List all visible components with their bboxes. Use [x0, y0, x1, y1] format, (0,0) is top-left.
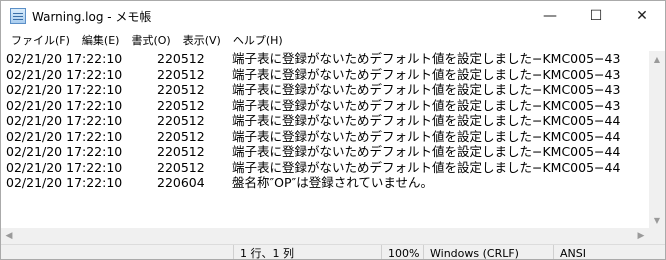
log-timestamp: 02/21/20 17:22:10 [6, 113, 123, 128]
menu-view[interactable]: 表示(V) [177, 31, 227, 51]
log-code: 220512 [157, 66, 205, 82]
log-code: 220512 [157, 113, 205, 128]
log-code: 220512 [157, 97, 205, 113]
close-button[interactable]: ✕ [619, 1, 665, 31]
log-code: 220512 [157, 159, 205, 175]
log-message: 端子表に登録がないためデフォルト値を設定しました−KMC005−44 [232, 159, 621, 175]
log-line: 02/21/20 17:22:10 220512 端子表に登録がないためデフォル… [1, 67, 649, 83]
log-line: 02/21/20 17:22:10 220512 端子表に登録がないためデフォル… [1, 82, 649, 98]
log-timestamp: 02/21/20 17:22:10 [6, 82, 123, 97]
log-message: 端子表に登録がないためデフォルト値を設定しました−KMC005−44 [232, 113, 621, 128]
log-timestamp: 02/21/20 17:22:10 [6, 66, 123, 82]
log-code: 220512 [157, 144, 205, 159]
log-timestamp: 02/21/20 17:22:10 [6, 97, 123, 113]
log-line: 02/21/20 17:22:10 220604 盤名称″OP″は登録されていま… [1, 175, 649, 191]
title-bar[interactable]: Warning.log - メモ帳 — ☐ ✕ [1, 1, 665, 31]
scroll-right-icon[interactable]: ▶ [633, 228, 649, 244]
log-line: 02/21/20 17:22:10 220512 端子表に登録がないためデフォル… [1, 98, 649, 114]
log-code: 220512 [157, 51, 205, 66]
status-zoom: 100% [381, 245, 423, 259]
log-line: 02/21/20 17:22:10 220512 端子表に登録がないためデフォル… [1, 129, 649, 145]
notepad-icon[interactable] [10, 8, 26, 24]
status-encoding: ANSI [553, 245, 665, 259]
vertical-scrollbar[interactable]: ▲ ▼ [649, 51, 665, 228]
status-bar: 1 行、1 列 100% Windows (CRLF) ANSI [1, 244, 665, 259]
log-message: 端子表に登録がないためデフォルト値を設定しました−KMC005−43 [232, 51, 621, 66]
horizontal-scrollbar[interactable]: ◀ ▶ [1, 228, 649, 244]
menu-file[interactable]: ファイル(F) [5, 31, 76, 51]
log-timestamp: 02/21/20 17:22:10 [6, 51, 123, 66]
log-message: 盤名称″OP″は登録されていません。 [232, 175, 433, 190]
log-code: 220512 [157, 82, 205, 97]
log-message: 端子表に登録がないためデフォルト値を設定しました−KMC005−43 [232, 82, 621, 97]
status-cursor-position: 1 行、1 列 [233, 245, 381, 259]
log-timestamp: 02/21/20 17:22:10 [6, 144, 123, 159]
menu-help[interactable]: ヘルプ(H) [227, 31, 289, 51]
scroll-down-icon[interactable]: ▼ [649, 212, 665, 228]
menu-format[interactable]: 書式(O) [125, 31, 176, 51]
scroll-left-icon[interactable]: ◀ [1, 228, 17, 244]
minimize-button[interactable]: — [527, 1, 573, 31]
log-message: 端子表に登録がないためデフォルト値を設定しました−KMC005−44 [232, 144, 621, 159]
log-timestamp: 02/21/20 17:22:10 [6, 159, 123, 175]
log-line: 02/21/20 17:22:10 220512 端子表に登録がないためデフォル… [1, 160, 649, 176]
scroll-up-icon[interactable]: ▲ [649, 51, 665, 67]
window-title: Warning.log - メモ帳 [32, 9, 152, 24]
menu-edit[interactable]: 編集(E) [76, 31, 126, 51]
log-message: 端子表に登録がないためデフォルト値を設定しました−KMC005−43 [232, 97, 621, 113]
text-editor[interactable]: 02/21/20 17:22:10 220512 端子表に登録がないためデフォル… [1, 51, 649, 228]
log-message: 端子表に登録がないためデフォルト値を設定しました−KMC005−44 [232, 128, 621, 144]
log-message: 端子表に登録がないためデフォルト値を設定しました−KMC005−43 [232, 66, 621, 82]
notepad-window: Warning.log - メモ帳 — ☐ ✕ ファイル(F) 編集(E) 書式… [0, 0, 666, 260]
log-line: 02/21/20 17:22:10 220512 端子表に登録がないためデフォル… [1, 51, 649, 67]
log-code: 220604 [157, 175, 205, 190]
window-controls: — ☐ ✕ [527, 1, 665, 31]
scrollbar-corner [649, 228, 665, 244]
menu-bar: ファイル(F) 編集(E) 書式(O) 表示(V) ヘルプ(H) [1, 31, 665, 51]
status-line-ending: Windows (CRLF) [423, 245, 553, 259]
maximize-button[interactable]: ☐ [573, 1, 619, 31]
log-code: 220512 [157, 128, 205, 144]
log-timestamp: 02/21/20 17:22:10 [6, 128, 123, 144]
log-line: 02/21/20 17:22:10 220512 端子表に登録がないためデフォル… [1, 113, 649, 129]
log-timestamp: 02/21/20 17:22:10 [6, 175, 123, 190]
log-line: 02/21/20 17:22:10 220512 端子表に登録がないためデフォル… [1, 144, 649, 160]
